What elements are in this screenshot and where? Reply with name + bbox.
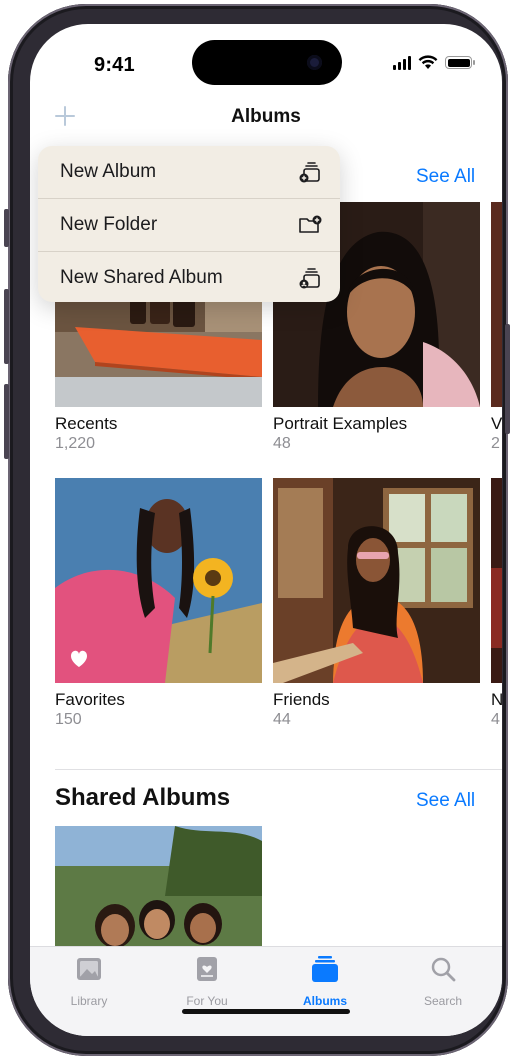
favorites-photo xyxy=(55,478,262,683)
album-cover-favorites[interactable] xyxy=(55,478,262,683)
volume-up-button xyxy=(4,289,9,364)
for-you-icon xyxy=(197,957,217,981)
album-name: Recents xyxy=(55,414,118,433)
menu-item-label: New Folder xyxy=(60,214,158,235)
album-name: V xyxy=(491,414,502,433)
new-shared-album-icon xyxy=(299,268,320,289)
shared-albums-title: Shared Albums xyxy=(55,784,231,811)
album-count: 1,220 xyxy=(55,435,96,452)
shared-album-cover[interactable] xyxy=(55,826,262,946)
action-button xyxy=(4,209,9,247)
menu-item-label: New Album xyxy=(60,161,157,182)
dynamic-island xyxy=(192,40,342,85)
album-name: Friends xyxy=(273,690,330,709)
album-name: Favorites xyxy=(55,690,125,709)
tab-label: Library xyxy=(70,994,108,1008)
new-folder-icon xyxy=(299,215,322,233)
tab-albums[interactable]: Albums xyxy=(280,955,370,1008)
status-time: 9:41 xyxy=(94,54,135,76)
n-album-photo xyxy=(491,478,502,683)
status-icons xyxy=(393,55,475,70)
tab-search[interactable]: Search xyxy=(398,955,488,1008)
new-album-menu: New Album New Folder New Shared Album xyxy=(38,146,340,302)
home-indicator[interactable] xyxy=(182,1009,350,1014)
album-name: Portrait Examples xyxy=(273,414,408,433)
menu-item-new-folder[interactable]: New Folder xyxy=(38,199,340,251)
v-album-photo xyxy=(491,202,502,407)
wifi-icon xyxy=(418,55,438,69)
album-count: 48 xyxy=(273,435,291,452)
search-icon xyxy=(431,957,456,982)
album-cover-v[interactable] xyxy=(491,202,502,407)
shared-albums-see-all[interactable]: See All xyxy=(416,790,475,812)
tab-library[interactable]: Library xyxy=(44,955,134,1008)
menu-item-new-shared-album[interactable]: New Shared Album xyxy=(38,252,340,302)
library-icon xyxy=(77,958,101,980)
album-count: 4 xyxy=(491,711,500,728)
tab-bar: Library For You Albums Search xyxy=(30,946,502,1036)
album-name: N xyxy=(491,690,502,709)
album-count: 150 xyxy=(55,711,82,728)
albums-icon xyxy=(312,956,338,982)
album-count: 44 xyxy=(273,711,291,728)
cellular-signal-icon xyxy=(393,55,411,70)
side-button xyxy=(505,324,510,434)
tab-label: For You xyxy=(186,994,228,1008)
tab-label: Albums xyxy=(302,994,347,1008)
menu-item-label: New Shared Album xyxy=(60,267,223,288)
album-cover-n[interactable] xyxy=(491,478,502,683)
screen: 9:41 Albums See All New Album New Folder… xyxy=(30,24,502,1036)
my-albums-see-all[interactable]: See All xyxy=(416,166,475,188)
battery-icon xyxy=(445,56,475,69)
front-camera xyxy=(307,55,322,70)
section-divider xyxy=(55,769,502,770)
tab-for-you[interactable]: For You xyxy=(162,955,252,1008)
tab-label: Search xyxy=(423,994,463,1008)
album-cover-friends[interactable] xyxy=(273,478,480,683)
page-title: Albums xyxy=(231,106,301,127)
menu-item-new-album[interactable]: New Album xyxy=(38,146,340,198)
album-count: 2 xyxy=(491,435,500,452)
friends-photo xyxy=(273,478,480,683)
new-album-icon xyxy=(299,162,320,183)
shared-album-photo xyxy=(55,826,262,946)
volume-down-button xyxy=(4,384,9,459)
